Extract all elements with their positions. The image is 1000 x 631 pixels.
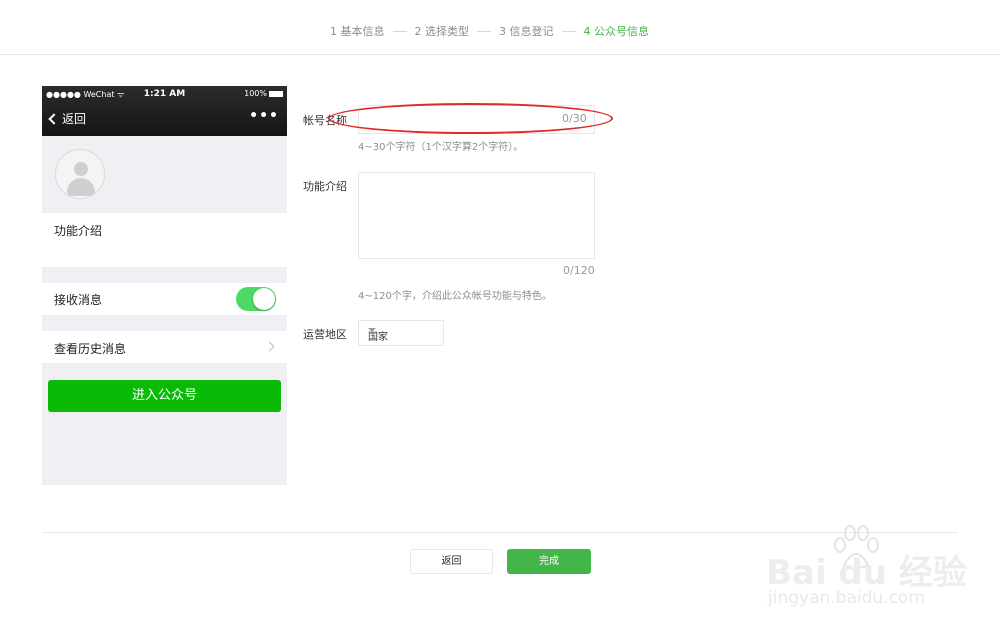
account-name-label: 帐号名称	[303, 114, 347, 127]
battery-icon	[269, 91, 283, 97]
watermark-url: jingyan.baidu.com	[768, 588, 925, 608]
footer-divider	[42, 532, 958, 533]
back-button[interactable]: 返回	[410, 549, 493, 574]
region-select[interactable]: 国家	[358, 320, 444, 346]
more-icon[interactable]: •••	[249, 108, 279, 124]
phone-back-label: 返回	[62, 112, 87, 126]
phone-preview: ●●●●● WeChat ᯤ 1:21 AM 100% 返回 ••• 功能介绍 …	[42, 86, 287, 485]
step-separator	[477, 30, 491, 32]
step-registration: 3 信息登记	[499, 25, 554, 38]
phone-history-row[interactable]: 查看历史消息	[42, 331, 287, 363]
region-label: 运营地区	[303, 328, 347, 341]
watermark-brand: Bai du 经验	[766, 553, 967, 593]
step-basic-info: 1 基本信息	[330, 25, 385, 38]
avatar	[55, 149, 105, 199]
description-label: 功能介绍	[303, 180, 347, 193]
done-button[interactable]: 完成	[507, 549, 591, 574]
avatar-head-shape	[74, 162, 88, 176]
status-time: 1:21 AM	[143, 89, 186, 99]
description-hint: 4~120个字，介绍此公众帐号功能与特色。	[358, 291, 552, 302]
step-account-info: 4 公众号信息	[583, 25, 650, 38]
phone-receive-label: 接收消息	[54, 293, 103, 307]
step-separator	[561, 30, 576, 32]
chevron-right-icon	[264, 341, 275, 352]
phone-intro-label: 功能介绍	[54, 224, 103, 238]
phone-header: ●●●●● WeChat ᯤ 1:21 AM 100% 返回 •••	[42, 86, 287, 136]
caret-down-icon	[368, 328, 376, 332]
phone-receive-row: 接收消息	[42, 283, 287, 315]
account-name-hint: 4~30个字符（1个汉字算2个字符）。	[358, 142, 524, 153]
step-list: 1 基本信息 2 选择类型 3 信息登记 4 公众号信息	[330, 23, 649, 39]
phone-nav: 返回 •••	[48, 108, 281, 130]
battery-percent: 100%	[244, 89, 267, 98]
stepper: 1 基本信息 2 选择类型 3 信息登记 4 公众号信息	[0, 0, 1000, 55]
phone-intro-row: 功能介绍	[42, 213, 287, 267]
carrier-label: ●●●●● WeChat ᯤ	[46, 90, 125, 99]
avatar-body-shape	[67, 178, 95, 196]
description-textarea[interactable]	[358, 172, 595, 259]
status-bar: ●●●●● WeChat ᯤ 1:21 AM 100%	[46, 89, 283, 101]
enter-account-button[interactable]: 进入公众号	[48, 380, 281, 412]
account-name-counter: 0/30	[562, 112, 587, 125]
description-counter: 0/120	[563, 264, 595, 277]
account-name-input[interactable]	[358, 105, 595, 134]
toggle-knob	[253, 288, 275, 310]
baidu-watermark: Bai du 经验 jingyan.baidu.com	[766, 525, 967, 615]
chevron-left-icon	[48, 112, 60, 125]
step-separator	[392, 30, 407, 32]
step-select-type: 2 选择类型	[414, 25, 470, 38]
receive-toggle[interactable]	[236, 287, 276, 311]
phone-back-button[interactable]: 返回	[48, 110, 86, 127]
phone-history-label: 查看历史消息	[54, 342, 127, 356]
